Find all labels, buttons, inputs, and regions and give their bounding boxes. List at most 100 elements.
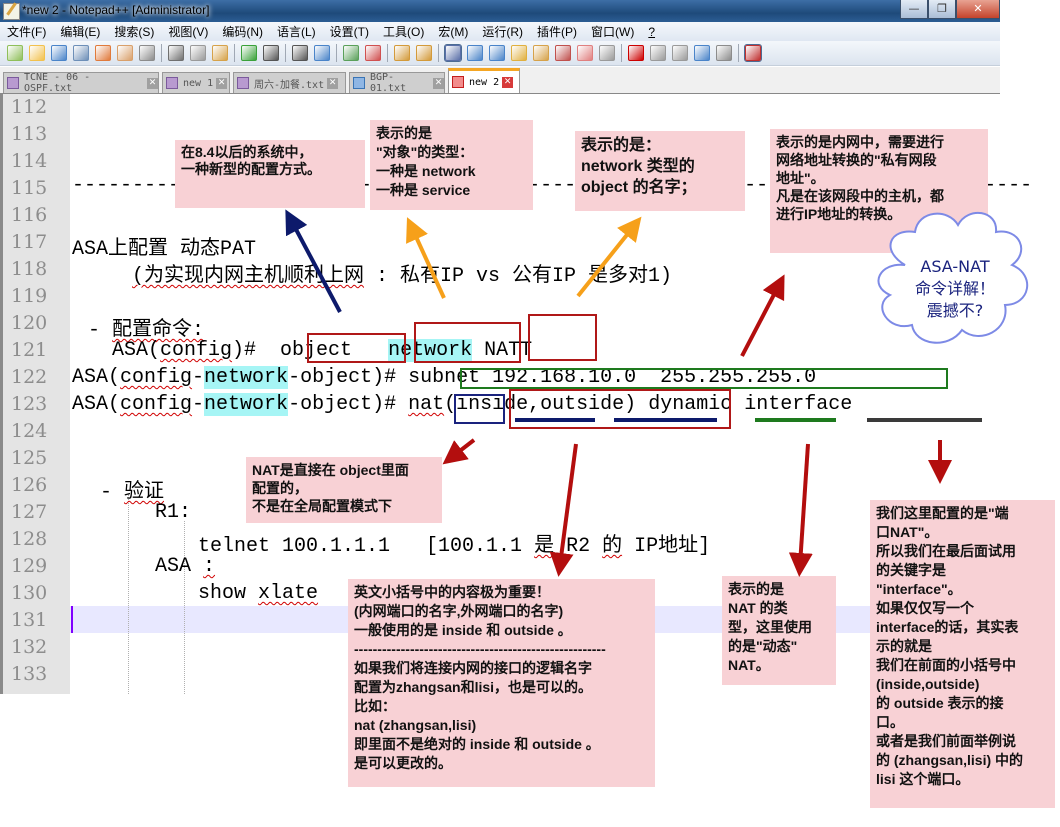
menu-search[interactable]: 搜索(S): [107, 23, 161, 40]
save-macro-icon[interactable]: [716, 45, 732, 61]
line-number: 120: [11, 312, 48, 334]
line-number: 119: [11, 285, 48, 307]
tab-new-2[interactable]: new 2 ✕: [448, 68, 520, 93]
tab-label: new 2: [469, 76, 500, 88]
indent-guide: [184, 521, 185, 694]
interface-underline: [867, 418, 982, 422]
note-new-config-method: 在8.4以后的系统中， 一种新型的配置方式。: [175, 140, 365, 208]
tab-close-icon[interactable]: ✕: [433, 77, 444, 89]
dynamic-underline: [755, 418, 836, 422]
menu-tools[interactable]: 工具(O): [376, 23, 431, 40]
menu-plugins[interactable]: 插件(P): [530, 23, 584, 40]
copy-icon[interactable]: [190, 45, 206, 61]
code-text: xlate: [258, 582, 319, 605]
window-title: *new 2 - Notepad++ [Administrator]: [22, 3, 210, 17]
keyword-interface: interface: [744, 393, 853, 416]
note-object-type: 表示的是 "对象"的类型： 一种是 network 一种是 service: [370, 120, 533, 210]
open-file-icon[interactable]: [29, 45, 45, 61]
code-text: -object)#: [288, 366, 409, 389]
sync-vertical-icon[interactable]: [394, 45, 410, 61]
code-line-117: ASA上配置 动态PAT: [72, 238, 257, 261]
zoom-out-icon[interactable]: [365, 45, 381, 61]
code-line-127: R1:: [155, 501, 192, 524]
paste-icon[interactable]: [212, 45, 228, 61]
redo-icon[interactable]: [263, 45, 279, 61]
line-number: 121: [11, 339, 48, 361]
line-number: 113: [11, 123, 48, 145]
document-map-icon[interactable]: [533, 45, 549, 61]
run-macro-multiple-icon[interactable]: [694, 45, 710, 61]
code-text: -object)#: [288, 393, 409, 416]
tab-close-icon[interactable]: ✕: [327, 77, 339, 89]
tab-close-icon[interactable]: ✕: [502, 76, 514, 88]
zoom-in-icon[interactable]: [343, 45, 359, 61]
spell-check-icon[interactable]: [744, 44, 762, 62]
cut-icon[interactable]: [168, 45, 184, 61]
new-file-icon[interactable]: [7, 45, 23, 61]
record-macro-icon[interactable]: [628, 45, 644, 61]
replace-icon[interactable]: [314, 45, 330, 61]
line-number: 122: [11, 366, 48, 388]
close-all-icon[interactable]: [117, 45, 133, 61]
playback-macro-icon[interactable]: [672, 45, 688, 61]
menu-encoding[interactable]: 编码(N): [215, 23, 270, 40]
menu-macro[interactable]: 宏(M): [431, 23, 475, 40]
tab-tcne-ospf[interactable]: TCNE - 06 - OSPF.txt ✕: [3, 72, 159, 94]
line-number: 124: [11, 420, 48, 442]
cloud-callout-text: ASA-NAT 命令详解！ 震撼不?: [914, 257, 995, 320]
nat-keyword-box: [454, 394, 505, 424]
monitoring-icon[interactable]: [599, 45, 615, 61]
menu-edit[interactable]: 编辑(E): [53, 23, 107, 40]
menu-run[interactable]: 运行(R): [475, 23, 530, 40]
menu-window[interactable]: 窗口(W): [584, 23, 641, 40]
show-all-chars-icon[interactable]: [467, 45, 483, 61]
menu-file[interactable]: 文件(F): [0, 23, 53, 40]
save-icon[interactable]: [51, 45, 67, 61]
tab-bar: TCNE - 06 - OSPF.txt ✕ new 1 ✕ 周六-加餐.txt…: [0, 67, 1000, 94]
close-button[interactable]: ✕: [956, 0, 1000, 19]
toolbar-separator: [336, 44, 337, 62]
tab-bgp-01[interactable]: BGP-01.txt ✕: [349, 72, 445, 94]
code-text: -: [192, 393, 205, 416]
undo-icon[interactable]: [241, 45, 257, 61]
sync-horizontal-icon[interactable]: [416, 45, 432, 61]
tab-label: 周六-加餐.txt: [254, 79, 325, 91]
keyword-nat: nat: [408, 393, 445, 416]
code-text: config: [160, 339, 233, 362]
note-parentheses-importance: 英文小括号中的内容极为重要！ (内网端口的名字,外网端口的名字) 一般使用的是 …: [348, 579, 655, 787]
close-icon[interactable]: [95, 45, 111, 61]
menu-help[interactable]: ?: [641, 25, 662, 39]
menu-language[interactable]: 语言(L): [270, 23, 323, 40]
stop-record-icon[interactable]: [650, 45, 666, 61]
word-wrap-icon[interactable]: [444, 44, 462, 62]
tab-close-icon[interactable]: ✕: [147, 77, 158, 89]
toolbar-separator: [738, 44, 739, 62]
tab-close-icon[interactable]: ✕: [216, 77, 228, 89]
toolbar: [0, 41, 1000, 66]
note-private-subnet: 表示的是内网中，需要进行 网络地址转换的"私有网段 地址"。 凡是在该网段中的主…: [770, 129, 988, 253]
code-text: ASA(: [112, 339, 161, 362]
interface-pair-box: [509, 389, 731, 429]
indent-guide-icon[interactable]: [489, 45, 505, 61]
tab-saturday-extra[interactable]: 周六-加餐.txt ✕: [233, 72, 346, 93]
inside-underline: [515, 418, 595, 422]
code-text: show: [198, 582, 259, 605]
menu-settings[interactable]: 设置(T): [323, 23, 376, 40]
function-list-icon[interactable]: [555, 45, 571, 61]
line-number: 118: [11, 258, 48, 280]
folder-workspace-icon[interactable]: [577, 45, 593, 61]
file-icon: [166, 77, 178, 89]
restore-button[interactable]: ❐: [928, 0, 956, 19]
code-text: ASA: [155, 555, 204, 578]
find-icon[interactable]: [292, 45, 308, 61]
code-text: ASA(: [72, 393, 121, 416]
code-text: 是: [534, 535, 555, 558]
minimize-button[interactable]: —: [900, 0, 928, 19]
subnet-box: [460, 368, 948, 389]
menu-view[interactable]: 视图(V): [161, 23, 215, 40]
save-all-icon[interactable]: [73, 45, 89, 61]
print-icon[interactable]: [139, 45, 155, 61]
user-defined-language-icon[interactable]: [511, 45, 527, 61]
toolbar-separator: [621, 44, 622, 62]
tab-new-1[interactable]: new 1 ✕: [162, 72, 230, 93]
